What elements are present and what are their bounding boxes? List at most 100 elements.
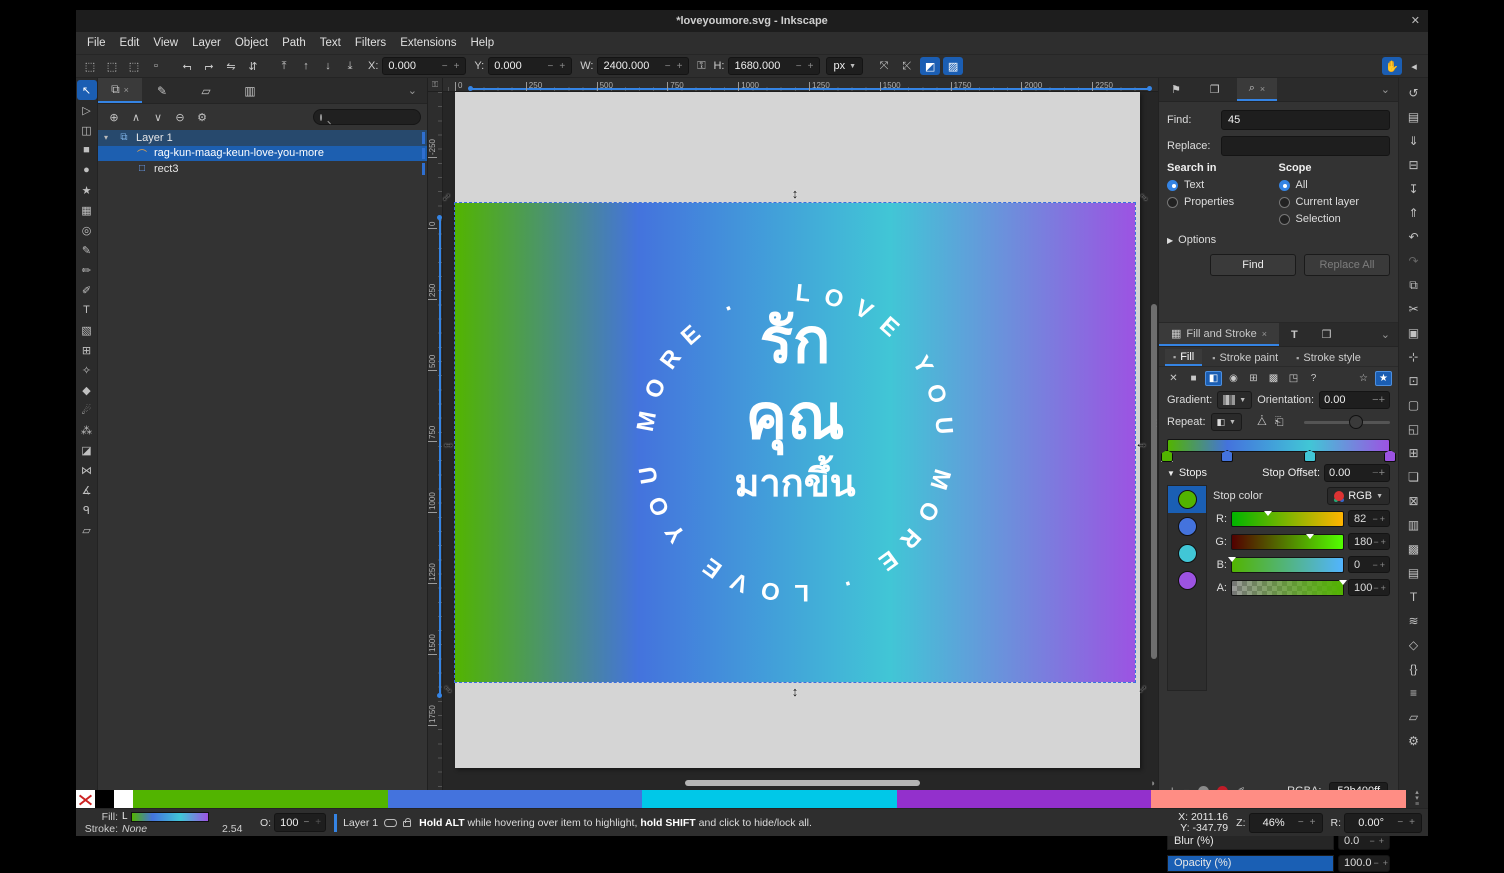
layer-visibility-icon[interactable] [384, 819, 397, 827]
stop-list-item[interactable] [1168, 486, 1206, 513]
xml-editor-icon[interactable]: ◇ [1403, 633, 1425, 657]
ellipse-tool[interactable]: ● [77, 160, 97, 180]
stop-list-item[interactable] [1168, 567, 1206, 594]
flip-horizontal-icon[interactable]: ⇋ [221, 57, 241, 75]
canvas-viewport[interactable]: LOVE YOU MORE · LOVE YOU MORE · รัก คุณ … [443, 92, 1158, 790]
dialog-tab-4[interactable]: ▥ [230, 78, 274, 103]
flip-vertical-icon[interactable]: ⇵ [243, 57, 263, 75]
menu-item[interactable]: Path [275, 34, 313, 52]
lower-to-bottom-icon[interactable]: ⤓ [340, 57, 360, 75]
menu-item[interactable]: Edit [113, 34, 147, 52]
current-layer-indicator[interactable]: Layer 1 [334, 814, 411, 832]
menu-item[interactable]: Filters [348, 34, 393, 52]
menu-item[interactable]: Object [228, 34, 275, 52]
menu-item[interactable]: Layer [185, 34, 228, 52]
undo-history-icon[interactable]: ↺ [1403, 81, 1425, 105]
zoom-selection-icon[interactable]: ⊡ [1403, 369, 1425, 393]
w-spinbox[interactable]: 2400.000 −+ [597, 57, 689, 75]
orientation-spinbox[interactable]: 0.00 −+ [1319, 391, 1390, 409]
find-input[interactable] [1221, 110, 1390, 130]
scale-handle-e[interactable]: ↔ [1135, 436, 1148, 449]
stop-offset-spinbox[interactable]: 0.00 −+ [1324, 464, 1390, 482]
text-dialog-icon[interactable]: T [1403, 585, 1425, 609]
palette-swatch[interactable] [114, 790, 133, 808]
measure-tool[interactable]: ∡ [77, 480, 97, 500]
paint-subtab[interactable]: ▪Stroke paint [1204, 349, 1286, 366]
channel-slider[interactable] [1231, 534, 1344, 550]
connector-tool[interactable]: ⋈ [77, 460, 97, 480]
channel-slider[interactable] [1231, 511, 1344, 527]
menu-item[interactable]: File [80, 34, 113, 52]
tree-row[interactable]: □ rect3 [98, 161, 427, 177]
stop-list-item[interactable] [1168, 540, 1206, 567]
zoom-page-icon[interactable]: ▢ [1403, 393, 1425, 417]
palette-swatch[interactable] [76, 790, 95, 808]
canvas-area[interactable]: ⚿ 0250500750100012501500175020002250 -25… [428, 78, 1158, 790]
dialog-tab-b[interactable]: ❐ [1198, 78, 1237, 101]
spiral-tool[interactable]: ◎ [77, 220, 97, 240]
find-dialog-tab[interactable]: ⌕× [1237, 78, 1277, 101]
scope-radio[interactable]: All [1279, 179, 1391, 191]
add-layer-button[interactable]: ⊕ [104, 108, 124, 126]
channel-value[interactable]: 180 −+ [1348, 533, 1390, 550]
radial-gradient-icon[interactable]: ◉ [1225, 371, 1242, 386]
palette-swatch[interactable] [897, 790, 1152, 808]
print-icon[interactable]: ⊟ [1403, 153, 1425, 177]
paint-subtab[interactable]: ▪Stroke style [1288, 349, 1369, 366]
raise-icon[interactable]: ↑ [296, 57, 316, 75]
preferences-icon[interactable]: ⚙ [1403, 729, 1425, 753]
cut-icon[interactable]: ✂ [1403, 297, 1425, 321]
open-document-icon[interactable]: ▤ [1403, 105, 1425, 129]
pattern-icon[interactable]: ⊞ [1245, 371, 1262, 386]
scale-handle-w[interactable]: ↔ [442, 436, 455, 449]
copy-icon[interactable]: ⧉ [1403, 273, 1425, 297]
stops-expander[interactable]: ▼ [1167, 469, 1175, 478]
palette-swatch[interactable] [133, 790, 388, 808]
scale-handle-n[interactable]: ↕ [792, 187, 799, 200]
spray-tool[interactable]: ⁂ [77, 420, 97, 440]
selected-gradient-rect[interactable]: LOVE YOU MORE · LOVE YOU MORE · รัก คุณ … [455, 203, 1135, 682]
mesh-gradient-icon[interactable]: ▩ [1265, 371, 1282, 386]
channel-value[interactable]: 82 −+ [1348, 510, 1390, 527]
dropper-tool[interactable]: ✧ [77, 360, 97, 380]
objects-search[interactable] [313, 109, 421, 125]
select-all-layers-icon[interactable]: ⬚ [102, 57, 122, 75]
swatch-dialog-tab[interactable]: ❒ [1310, 323, 1344, 346]
calligraphy-tool[interactable]: ✐ [77, 280, 97, 300]
gradient-slider[interactable] [1304, 421, 1390, 424]
fill-stroke-tab[interactable]: ▦ Fill and Stroke × [1159, 323, 1279, 346]
zoom-drawing-icon[interactable]: ⊹ [1403, 345, 1425, 369]
highlight-chip[interactable] [422, 163, 425, 175]
rotation-indicator[interactable]: R: 0.00° −+ [1331, 813, 1423, 833]
scope-radio[interactable]: Current layer [1279, 196, 1391, 208]
stop-list-item[interactable] [1168, 513, 1206, 540]
replace-input[interactable] [1221, 136, 1390, 156]
opacity-indicator[interactable]: O: 100 −+ [260, 813, 326, 832]
duplicate-icon[interactable]: ⊞ [1403, 441, 1425, 465]
objects-dialog-tab[interactable]: ⧉× [98, 78, 142, 103]
find-button[interactable]: Find [1210, 254, 1296, 276]
y-spinbox[interactable]: 0.000 −+ [488, 57, 572, 75]
horizontal-scrollbar[interactable] [685, 780, 920, 786]
select-all-icon[interactable]: ⬚ [80, 57, 100, 75]
linear-gradient-icon[interactable]: ◧ [1205, 371, 1222, 386]
document-properties-icon[interactable]: ▱ [1403, 705, 1425, 729]
export-icon[interactable]: ⇑ [1403, 201, 1425, 225]
fill-gradient-chip[interactable] [131, 812, 209, 822]
move-down-button[interactable]: ∨ [148, 108, 168, 126]
ruler-lock-icon[interactable]: ⚿ [428, 78, 443, 92]
swatch-icon[interactable]: ◳ [1285, 371, 1302, 386]
undo-icon[interactable]: ↶ [1403, 225, 1425, 249]
search-in-radio[interactable]: Text [1167, 179, 1279, 191]
import-icon[interactable]: ⇓ [1403, 129, 1425, 153]
pencil-tool[interactable]: ✏ [77, 260, 97, 280]
collapse-toolbar-icon[interactable]: ◂ [1404, 57, 1424, 75]
pen-tool[interactable]: ✎ [77, 240, 97, 260]
menu-item[interactable]: Text [313, 34, 348, 52]
palette-swatch[interactable] [1151, 790, 1406, 808]
gradient-tool[interactable]: ▧ [77, 320, 97, 340]
tree-row[interactable]: ▾ ⧉ Layer 1 [98, 130, 427, 146]
image-icon[interactable]: ▥ [1403, 513, 1425, 537]
tweak-tool[interactable]: ☄ [77, 400, 97, 420]
rotate-cw-icon[interactable]: ⮣ [199, 57, 219, 75]
